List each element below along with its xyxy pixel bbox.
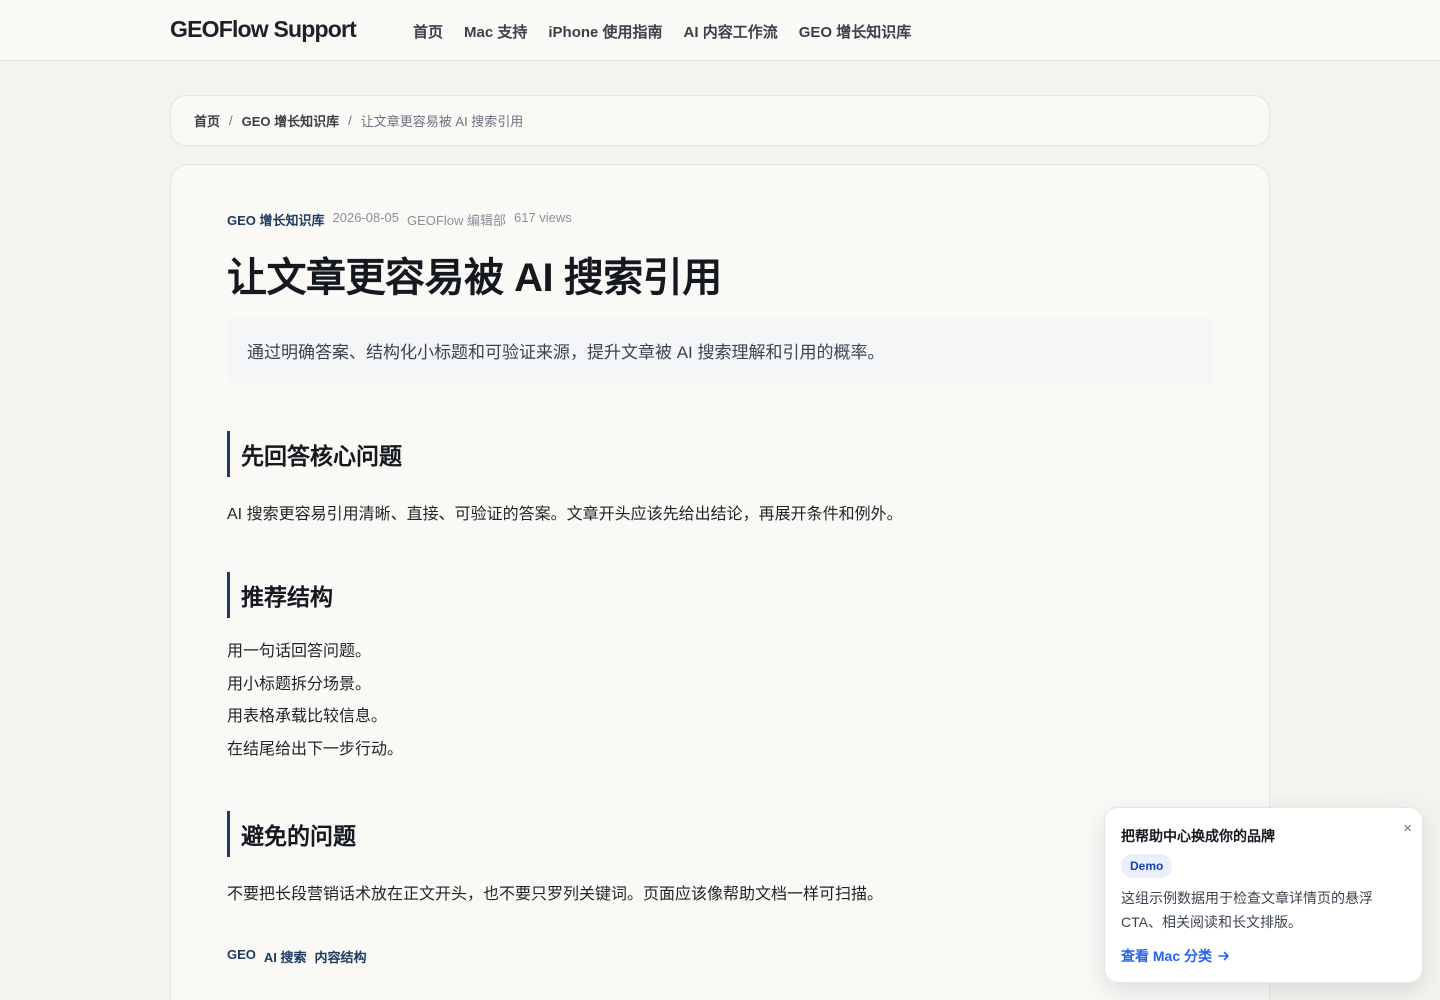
brand-logo[interactable]: GEOFlow Support [170, 16, 357, 43]
list-item: 用一句话回答问题。 [227, 643, 372, 660]
close-icon[interactable]: × [1403, 820, 1412, 837]
list-item: 用表格承载比较信息。 [227, 708, 388, 725]
popup-title: 把帮助中心换成你的品牌 [1121, 828, 1275, 844]
article-category-link[interactable]: GEO 增长知识库 [227, 210, 325, 229]
recommended-structure-list: 用一句话回答问题。 用小标题拆分场景。 用表格承载比较信息。 在结尾给出下一步行… [227, 639, 403, 769]
article-author: GEOFlow 编辑部 [407, 213, 506, 228]
breadcrumb-home-link[interactable]: 首页 [194, 111, 220, 130]
arrow-right-icon [1218, 951, 1229, 961]
article-tags: GEO AI 搜索 内容结构 [227, 947, 367, 966]
section-heading: 推荐结构 [227, 572, 333, 618]
breadcrumb-current: 让文章更容易被 AI 搜索引用 [360, 114, 524, 129]
nav-item-ai-workflow[interactable]: AI 内容工作流 [684, 21, 778, 42]
breadcrumb: 首页 / GEO 增长知识库 / 让文章更容易被 AI 搜索引用 [170, 95, 1270, 146]
tag-link[interactable]: AI 搜索 [264, 947, 307, 966]
article-summary: 通过明确答案、结构化小标题和可验证来源，提升文章被 AI 搜索理解和引用的概率。 [227, 317, 1213, 383]
section-heading: 避免的问题 [227, 811, 356, 857]
nav-item-iphone-guide[interactable]: iPhone 使用指南 [548, 21, 662, 42]
main-nav: 首页 Mac 支持 iPhone 使用指南 AI 内容工作流 GEO 增长知识库 [413, 21, 911, 42]
article-date: 2026-08-05 [332, 210, 400, 225]
breadcrumb-separator: / [229, 113, 233, 128]
view-mac-category-link[interactable]: 查看 Mac 分类 [1121, 946, 1230, 966]
nav-item-mac-support[interactable]: Mac 支持 [464, 21, 527, 42]
section-paragraph: 不要把长段营销话术放在正文开头，也不要只罗列关键词。页面应该像帮助文档一样可扫描… [227, 886, 884, 903]
breadcrumb-category-link[interactable]: GEO 增长知识库 [242, 111, 340, 130]
article-title: 让文章更容易被 AI 搜索引用 [227, 256, 722, 300]
list-item: 用小标题拆分场景。 [227, 675, 372, 693]
article-views: 617 views [513, 210, 572, 225]
section-heading: 先回答核心问题 [227, 431, 402, 477]
tag-link[interactable]: GEO [227, 947, 256, 966]
floating-cta-popup: 把帮助中心换成你的品牌 × Demo 这组示例数据用于检查文章详情页的悬浮 CT… [1104, 807, 1423, 983]
demo-badge: Demo [1121, 854, 1173, 878]
popup-link-label: 查看 Mac 分类 [1121, 948, 1213, 964]
breadcrumb-separator: / [348, 113, 352, 128]
popup-description: 这组示例数据用于检查文章详情页的悬浮 CTA、相关阅读和长文排版。 [1121, 890, 1373, 930]
top-navigation-bar: GEOFlow Support 首页 Mac 支持 iPhone 使用指南 AI… [0, 0, 1440, 61]
tag-link[interactable]: 内容结构 [315, 947, 367, 966]
list-item: 在结尾给出下一步行动。 [227, 740, 404, 758]
section-paragraph: AI 搜索更容易引用清晰、直接、可验证的答案。文章开头应该先给出结论，再展开条件… [227, 506, 903, 523]
nav-item-geo-knowledge[interactable]: GEO 增长知识库 [799, 21, 912, 42]
nav-item-home[interactable]: 首页 [413, 21, 443, 42]
article-meta: GEO 增长知识库 2026-08-05 GEOFlow 编辑部 617 vie… [227, 210, 572, 229]
